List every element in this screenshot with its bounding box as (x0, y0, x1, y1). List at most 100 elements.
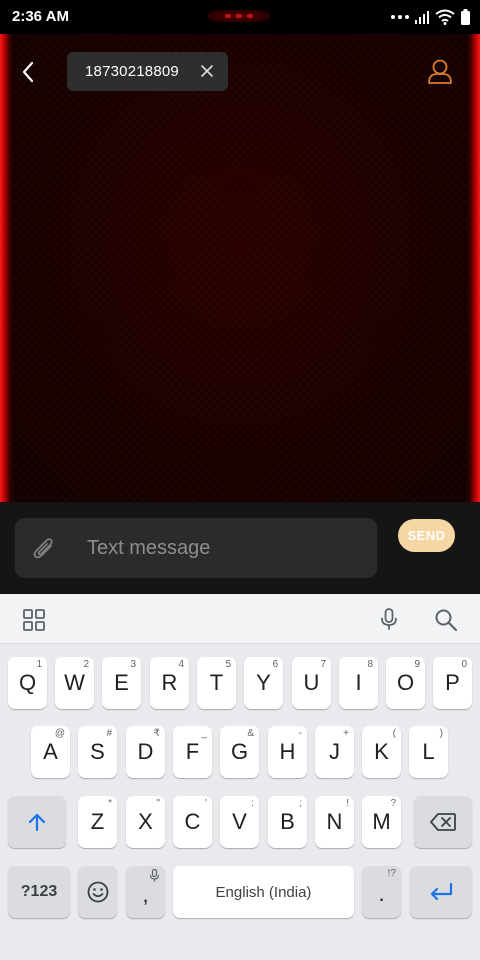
key-s[interactable]: # S (78, 726, 117, 778)
key-i[interactable]: 8I (339, 657, 378, 709)
key-label: P (445, 670, 460, 695)
key-hint: _ (201, 728, 207, 739)
key-o[interactable]: 9O (386, 657, 425, 709)
key-label: X (138, 809, 153, 834)
camera-notch (208, 10, 270, 22)
recipient-number: 18730218809 (85, 63, 179, 80)
period-key[interactable]: !?. (362, 866, 401, 918)
status-time: 2:36 AM (12, 8, 69, 25)
key-hint: ; (299, 798, 302, 809)
signal-icon (415, 10, 429, 24)
key-x[interactable]: " X (126, 796, 165, 848)
key-label: O (396, 670, 415, 695)
key-hint: 8 (367, 659, 373, 670)
key-hint: 7 (320, 659, 326, 670)
key-u[interactable]: 7U (292, 657, 331, 709)
status-icons (391, 9, 470, 25)
recipient-chip[interactable]: 18730218809 (67, 52, 228, 91)
key-h[interactable]: -H (268, 726, 307, 778)
key-hint: ' (205, 798, 207, 809)
key-hint: 0 (461, 659, 467, 670)
key-hint: * (108, 798, 112, 809)
key-label: K (374, 739, 389, 764)
close-icon[interactable] (200, 64, 214, 78)
space-key[interactable]: English (India) (173, 866, 354, 918)
key-y[interactable]: 6Y (244, 657, 283, 709)
key-label: I (355, 670, 362, 695)
key-f[interactable]: _ F (173, 726, 212, 778)
send-button[interactable]: SEND (398, 519, 455, 552)
key-hint: ₹ (153, 728, 160, 739)
comma-key[interactable]: , (126, 866, 165, 918)
key-label: English (India) (215, 883, 312, 901)
key-hint: ) (439, 728, 443, 739)
conversation-area[interactable] (0, 34, 480, 502)
key-label: H (279, 739, 296, 764)
key-label: W (64, 670, 85, 695)
grid-icon[interactable] (22, 608, 46, 632)
key-label: E (114, 670, 129, 695)
key-hint: @ (54, 728, 65, 739)
key-k[interactable]: (K (362, 726, 401, 778)
key-label: A (43, 739, 58, 764)
key-m[interactable]: ? M (362, 796, 401, 848)
key-label: N (326, 809, 343, 834)
enter-key[interactable] (410, 866, 472, 918)
search-icon[interactable] (433, 607, 459, 633)
person-outline-icon (428, 59, 452, 84)
message-box[interactable] (15, 518, 377, 578)
key-b[interactable]: ; B (268, 796, 307, 848)
key-r[interactable]: 4R (150, 657, 189, 709)
key-l[interactable]: ) L (409, 726, 448, 778)
emoji-key[interactable] (78, 866, 117, 918)
key-label: . (378, 881, 385, 906)
key-a[interactable]: @ A (31, 726, 70, 778)
key-hint: + (343, 728, 349, 739)
key-label: Y (256, 670, 271, 695)
key-t[interactable]: 5T (197, 657, 236, 709)
key-label: B (280, 809, 295, 834)
key-label: Z (90, 809, 105, 834)
key-label: T (209, 670, 224, 695)
key-hint: ( (392, 728, 396, 739)
key-label: G (230, 739, 249, 764)
key-label: U (303, 670, 320, 695)
key-label: R (161, 670, 178, 695)
key-e[interactable]: 3E (102, 657, 141, 709)
left-edge-glow (0, 34, 14, 502)
symbols-key[interactable]: ?123 (8, 866, 70, 918)
key-q[interactable]: 1Q (8, 657, 47, 709)
mic-icon (149, 869, 160, 882)
key-j[interactable]: + J (315, 726, 354, 778)
key-c[interactable]: ' C (173, 796, 212, 848)
key-hint: ? (390, 798, 396, 809)
key-hint: " (156, 798, 160, 809)
key-label: , (142, 882, 149, 907)
keyboard: 1Q 2W 3E 4R 5T 6Y 7U 8I 9O 0P @ A # S ₹ D _… (0, 644, 480, 960)
back-button[interactable] (12, 56, 44, 88)
backspace-key[interactable] (414, 796, 472, 848)
paperclip-icon[interactable] (31, 534, 57, 562)
key-n[interactable]: ! N (315, 796, 354, 848)
keyboard-toolbar (0, 594, 480, 644)
key-z[interactable]: * Z (78, 796, 117, 848)
key-hint: 2 (83, 659, 89, 670)
key-w[interactable]: 2W (55, 657, 94, 709)
shift-key[interactable] (8, 796, 66, 848)
shift-arrow-icon (28, 813, 46, 832)
key-hint: 3 (130, 659, 136, 670)
wifi-icon (435, 9, 455, 25)
mic-icon[interactable] (377, 607, 401, 631)
key-hint: ! (346, 798, 349, 809)
message-input[interactable] (87, 532, 367, 564)
status-bar: 2:36 AM (0, 0, 480, 34)
backspace-icon (430, 813, 456, 831)
key-p[interactable]: 0P (433, 657, 472, 709)
key-label: V (232, 809, 247, 834)
key-d[interactable]: ₹ D (126, 726, 165, 778)
key-hint: !? (387, 868, 396, 879)
contact-button[interactable] (424, 56, 456, 88)
key-hint: - (298, 728, 302, 739)
key-g[interactable]: & G (220, 726, 259, 778)
key-v[interactable]: :V (220, 796, 259, 848)
